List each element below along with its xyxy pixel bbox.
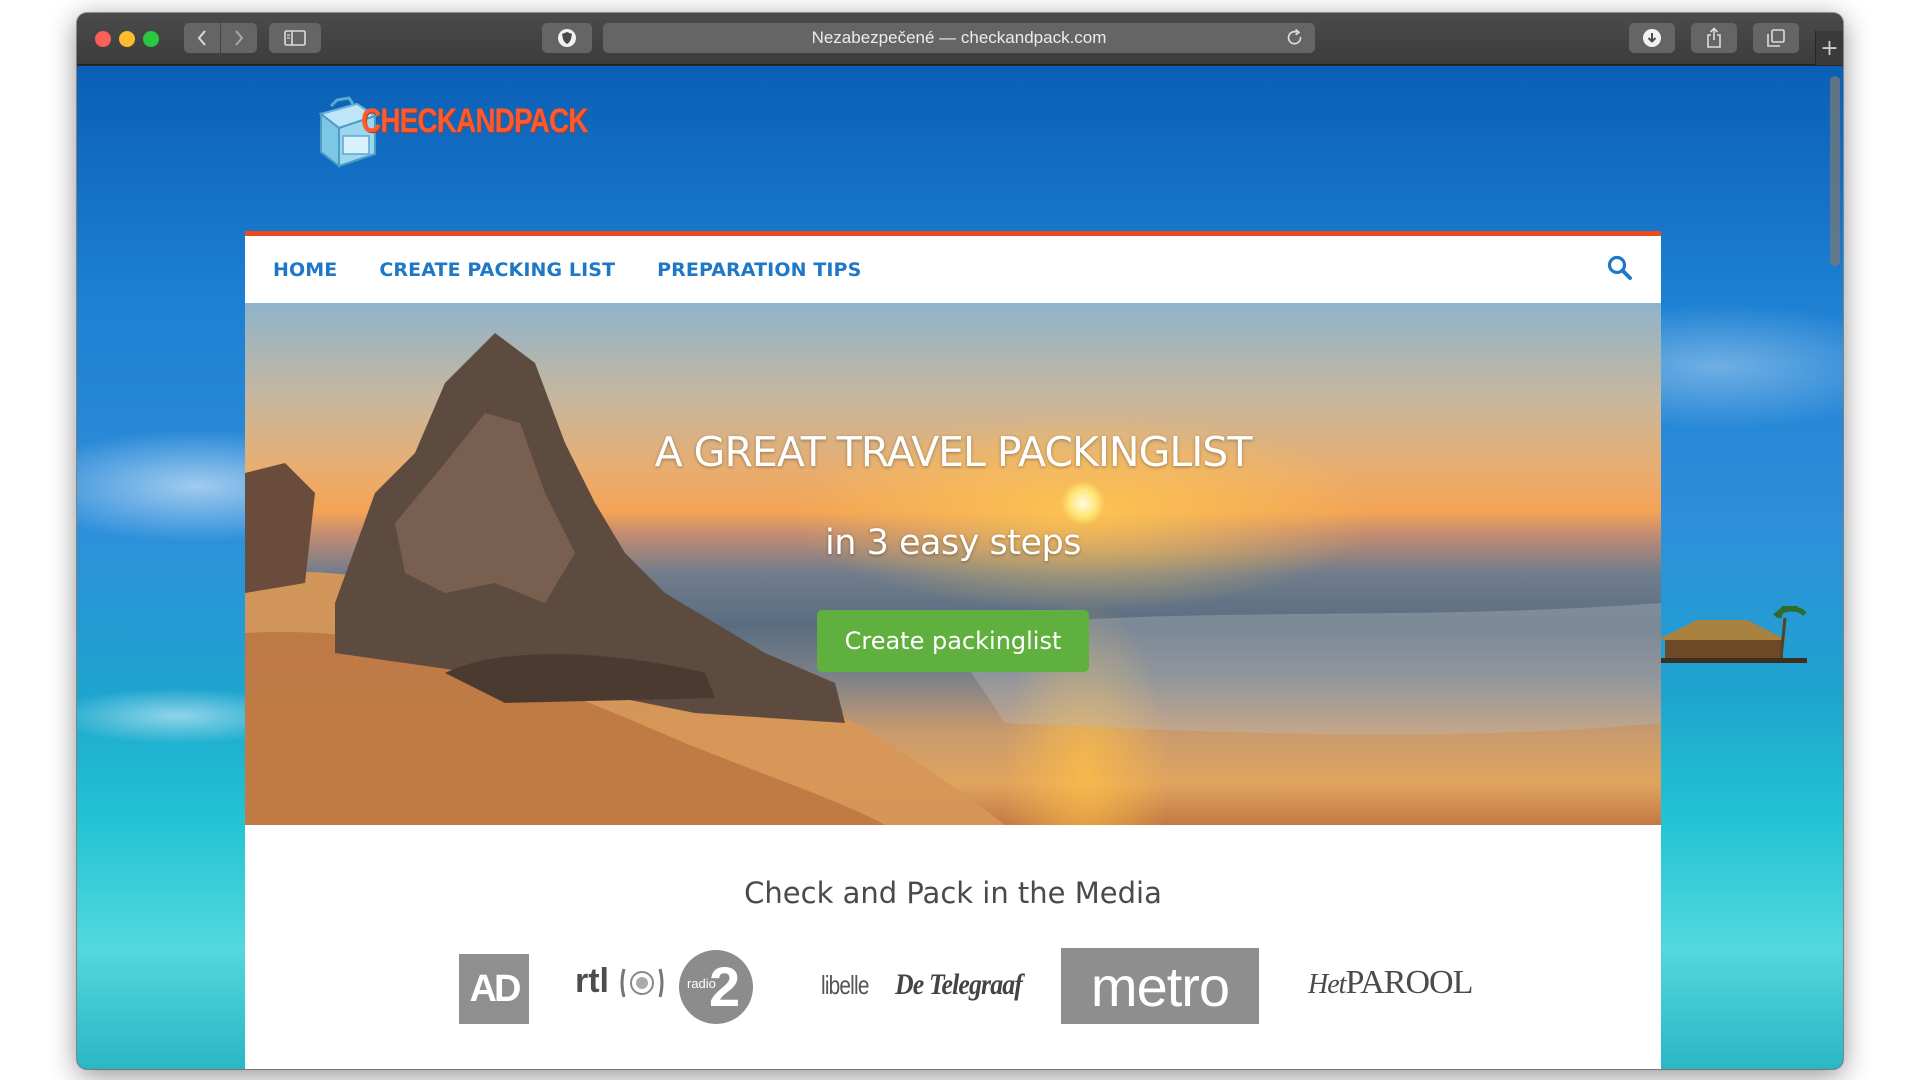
browser-toolbar: Nezabezpečené — checkandpack.com + <box>77 13 1843 65</box>
content-card: HOME CREATE PACKING LIST PREPARATION TIP… <box>245 231 1661 1069</box>
scrollbar[interactable] <box>1825 66 1843 1069</box>
share-icon <box>1707 27 1721 48</box>
hero-title: A GREAT TRAVEL PACKINGLIST <box>654 428 1253 476</box>
beach-rock-image <box>245 333 1661 825</box>
nav-preparation-tips[interactable]: PREPARATION TIPS <box>657 259 861 281</box>
parool-het: Het <box>1308 969 1346 1000</box>
address-text: Nezabezpečené — checkandpack.com <box>811 28 1107 47</box>
tabs-overview-icon <box>1767 29 1785 47</box>
privacy-report-button[interactable] <box>542 23 592 53</box>
hero-subtitle: in 3 easy steps <box>825 523 1081 563</box>
nav-home[interactable]: HOME <box>273 259 337 281</box>
new-tab-button[interactable]: + <box>1815 31 1843 65</box>
libelle-logo: libelle <box>821 970 869 1000</box>
create-packinglist-button[interactable]: Create packinglist <box>817 610 1089 672</box>
forward-button[interactable] <box>221 23 257 53</box>
parool-name: PAROOL <box>1345 964 1473 1001</box>
radio2-number: 2 <box>709 955 741 1018</box>
parool-logo: HetPAROOL <box>1308 964 1473 1002</box>
reload-icon[interactable] <box>1285 28 1305 48</box>
sidebar-icon <box>284 30 306 46</box>
rtl-logo: rtl <box>575 962 666 1001</box>
chevron-left-icon <box>197 30 206 46</box>
scrollbar-thumb[interactable] <box>1830 76 1840 266</box>
browser-window: Nezabezpečené — checkandpack.com + CHECK… <box>77 13 1843 1069</box>
search-icon[interactable] <box>1607 255 1633 281</box>
minimize-window-button[interactable] <box>119 31 135 47</box>
show-tabs-button[interactable] <box>1753 23 1799 53</box>
nav-create-packing-list[interactable]: CREATE PACKING LIST <box>379 259 615 281</box>
plus-icon: + <box>1820 35 1839 61</box>
hero-banner: A GREAT TRAVEL PACKINGLIST in 3 easy ste… <box>245 303 1661 825</box>
chevron-right-icon <box>235 30 244 46</box>
telegraaf-logo: De Telegraaf <box>895 968 1023 1001</box>
download-icon <box>1643 29 1661 47</box>
downloads-button[interactable] <box>1629 23 1675 53</box>
sidebar-toggle-button[interactable] <box>269 23 321 53</box>
address-bar[interactable]: Nezabezpečené — checkandpack.com <box>603 23 1315 53</box>
media-heading: Check and Pack in the Media <box>744 876 1162 910</box>
close-window-button[interactable] <box>95 31 111 47</box>
media-logos: AD rtl radio 2 libelle De Telegraaf metr… <box>245 944 1661 1034</box>
shield-icon <box>558 29 576 47</box>
site-logo[interactable]: CHECKANDPACK <box>313 88 588 178</box>
metro-logo-text: metro <box>1090 954 1230 1018</box>
rtl-logo-text: rtl <box>575 962 609 1000</box>
main-navigation: HOME CREATE PACKING LIST PREPARATION TIP… <box>245 236 1661 303</box>
ad-logo: AD <box>459 954 529 1024</box>
page-viewport: CHECKANDPACK HOME CREATE PACKING LIST PR… <box>77 66 1843 1069</box>
zoom-window-button[interactable] <box>143 31 159 47</box>
island-hut-image <box>1657 606 1807 663</box>
metro-logo: metro <box>1061 948 1259 1024</box>
radio2-logo: radio 2 <box>679 950 753 1024</box>
rtl-circle-icon <box>620 968 664 998</box>
back-button[interactable] <box>184 23 220 53</box>
logo-text: CHECKANDPACK <box>361 102 588 140</box>
share-button[interactable] <box>1691 23 1737 53</box>
